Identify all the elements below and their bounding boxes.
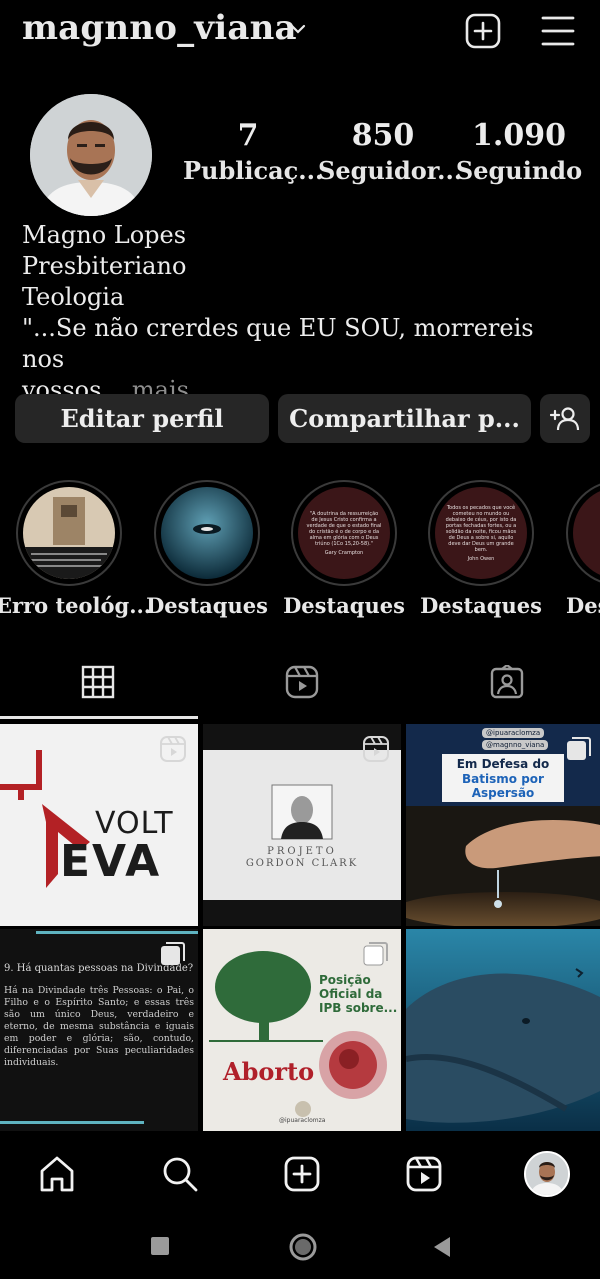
bio-line: Presbiteriano <box>22 252 187 280</box>
active-tab-indicator <box>0 716 198 719</box>
post-handle: @magnno_viana <box>482 740 549 750</box>
stat-following[interactable]: 1.090 Seguindo <box>454 118 584 188</box>
reels-icon[interactable] <box>285 665 319 699</box>
highlight-cover <box>23 487 115 579</box>
stat-followers[interactable]: 850 Seguidor... <box>318 118 463 188</box>
stat-posts-label: Publicaç... <box>183 156 324 185</box>
post-whale[interactable] <box>406 929 600 1131</box>
back-icon[interactable] <box>432 1236 452 1258</box>
highlight-erro-teologico[interactable]: Erro teológ... <box>0 480 151 618</box>
reels-icon[interactable] <box>405 1155 443 1193</box>
share-profile-button[interactable]: Compartilhar p... <box>278 394 531 443</box>
discover-people-button[interactable] <box>540 394 590 443</box>
stat-posts-count: 7 <box>237 118 259 153</box>
highlight-destaques-1[interactable]: Destaques <box>146 480 268 618</box>
stat-followers-label: Seguidor... <box>318 156 463 185</box>
post-batismo[interactable]: @ipuaraclomza @magnno_viana Em Defesa do… <box>406 724 600 926</box>
stat-posts[interactable]: 7 Publicaç... <box>183 118 324 188</box>
highlight-quote: "A doutrina da ressurreição de Jesus Cri… <box>306 510 382 547</box>
profile-bio: Magno Lopes Presbiteriano Teologia "...S… <box>22 220 582 406</box>
carousel-badge-icon <box>161 942 185 965</box>
post-title: Posição Oficial da IPB sobre... <box>319 973 398 1015</box>
highlight-label: Destaques <box>146 593 268 618</box>
highlight-destaques-2[interactable]: "A doutrina da ressurreição de Jesus Cri… <box>283 480 405 618</box>
highlight-cover <box>161 487 253 579</box>
recent-apps-icon[interactable] <box>150 1236 170 1256</box>
post-text: GORDON CLARK <box>245 858 359 869</box>
grid-icon[interactable] <box>81 665 115 699</box>
home-icon[interactable] <box>38 1155 76 1193</box>
edit-profile-button[interactable]: Editar perfil <box>15 394 269 443</box>
home-button-icon[interactable] <box>288 1232 318 1262</box>
reel-badge-icon <box>160 736 186 762</box>
create-icon[interactable] <box>283 1155 321 1193</box>
post-title: Batismo por <box>462 772 544 786</box>
profile-name: Magno Lopes <box>22 221 187 249</box>
post-title: Em Defesa do <box>456 757 550 771</box>
chevron-down-icon[interactable] <box>290 22 306 36</box>
reel-badge-icon <box>363 736 389 762</box>
profile-tabs <box>0 655 600 717</box>
bio-quote: "...Se não crerdes que EU SOU, morrereis… <box>22 314 534 373</box>
post-handle: @ipuaraclomza <box>482 728 545 738</box>
post-aborto[interactable]: Posição Oficial da IPB sobre... Aborto @… <box>203 929 401 1131</box>
post-volteva[interactable]: VOLT EVA <box>0 724 198 926</box>
post-text: PROJETO <box>267 846 337 857</box>
post-handle: @ipuaraclomza <box>279 1117 326 1124</box>
tagged-icon[interactable] <box>490 665 524 699</box>
post-answer: Há na Divindade três Pessoas: o Pai, o F… <box>4 985 194 1068</box>
post-title: Aspersão <box>471 786 535 800</box>
search-icon[interactable] <box>161 1155 199 1193</box>
create-post-icon[interactable] <box>465 13 501 49</box>
profile-avatar-nav[interactable] <box>524 1151 570 1197</box>
post-gordon-clark[interactable]: PROJETO GORDON CLARK <box>203 724 401 926</box>
highlight-destaques-4[interactable]: Des <box>566 480 600 618</box>
highlight-label: Destaques <box>420 593 542 618</box>
stat-following-label: Seguindo <box>455 156 583 185</box>
highlight-label: Destaques <box>283 593 405 618</box>
highlight-quote-author: Gary Crampton <box>324 549 364 556</box>
post-text: EVA <box>60 836 162 887</box>
highlight-destaques-3[interactable]: Todos os pecados que você cometeu no mun… <box>420 480 542 618</box>
highlight-label: Erro teológ... <box>0 593 152 618</box>
username-switcher[interactable]: magnno_viana <box>22 8 297 48</box>
post-portrait <box>271 784 333 840</box>
carousel-badge-icon <box>567 737 591 760</box>
profile-avatar[interactable] <box>30 94 152 216</box>
post-graphic <box>406 929 600 1131</box>
post-catecismo[interactable]: 9. Há quantas pessoas na Divindade? Há n… <box>0 929 198 1131</box>
stat-followers-count: 850 <box>351 118 415 153</box>
highlight-quote-author: John Owen <box>467 555 495 562</box>
top-bar: magnno_viana <box>0 0 600 62</box>
menu-icon[interactable] <box>540 14 576 48</box>
highlight-label: Des <box>566 593 600 618</box>
post-hand-water <box>406 806 600 926</box>
post-title: Aborto <box>223 1057 315 1086</box>
bio-line: Teologia <box>22 283 125 311</box>
carousel-badge-icon <box>363 942 388 966</box>
system-navigation-bar <box>0 1218 600 1279</box>
add-person-icon <box>550 406 580 430</box>
bottom-navigation <box>0 1140 600 1210</box>
highlight-quote: Todos os pecados que você cometeu no mun… <box>445 504 517 553</box>
stat-following-count: 1.090 <box>472 118 566 153</box>
